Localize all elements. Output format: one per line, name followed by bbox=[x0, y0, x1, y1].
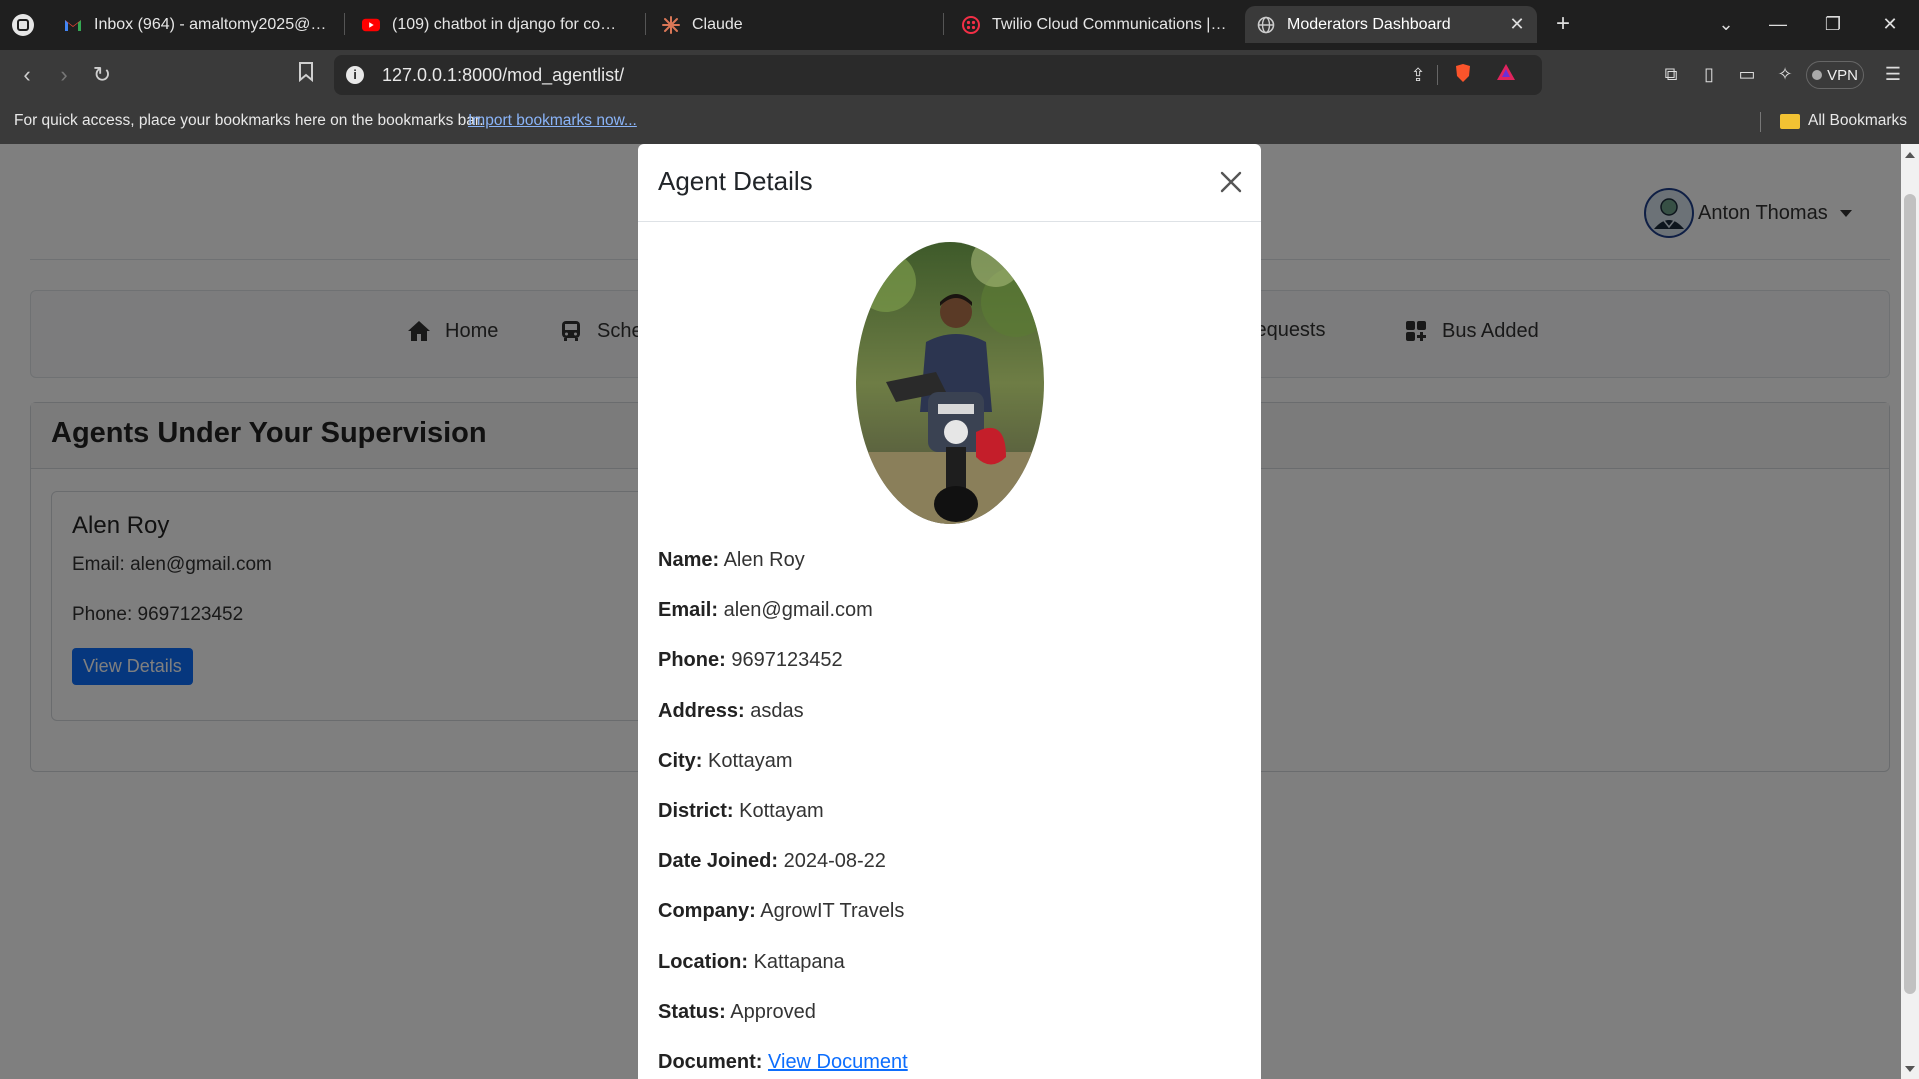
close-tab-icon[interactable]: ✕ bbox=[1507, 14, 1527, 34]
tab-label: Twilio Cloud Communications | Web bbox=[992, 15, 1228, 33]
detail-label: Company: bbox=[658, 900, 756, 923]
globe-icon bbox=[1257, 16, 1275, 34]
detail-document: Document: View Document bbox=[658, 1050, 1241, 1074]
scroll-up-icon[interactable] bbox=[1905, 152, 1915, 158]
page-scrollbar[interactable] bbox=[1901, 144, 1919, 1079]
detail-date-joined: Date Joined: 2024-08-22 bbox=[658, 849, 1241, 873]
close-window-icon[interactable]: ✕ bbox=[1878, 12, 1902, 36]
modal-body: Name: Alen Roy Email: alen@gmail.com Pho… bbox=[638, 222, 1261, 1079]
detail-label: Phone: bbox=[658, 649, 726, 672]
vpn-status-icon bbox=[1812, 70, 1823, 80]
folder-icon bbox=[1780, 113, 1800, 129]
youtube-icon bbox=[362, 16, 380, 34]
scroll-thumb[interactable] bbox=[1904, 194, 1916, 994]
detail-label: Date Joined: bbox=[658, 850, 779, 873]
detail-value: Approved bbox=[730, 1000, 816, 1023]
address-bar[interactable]: i 127.0.0.1:8000/mod_agentlist/ ⇪ bbox=[334, 55, 1542, 95]
agent-photo bbox=[855, 242, 1044, 524]
browser-tab-bar: Inbox (964) - amaltomy2025@mca.a (109) c… bbox=[0, 0, 1919, 50]
forward-icon[interactable]: › bbox=[51, 62, 77, 88]
omnibox-divider bbox=[1437, 65, 1438, 85]
all-bookmarks-button[interactable]: All Bookmarks bbox=[1780, 112, 1907, 130]
share-icon[interactable]: ⇪ bbox=[1406, 63, 1430, 87]
reload-icon[interactable]: ↻ bbox=[89, 62, 115, 88]
tab-twilio[interactable]: Twilio Cloud Communications | Web bbox=[950, 6, 1240, 43]
url-text[interactable]: 127.0.0.1:8000/mod_agentlist/ bbox=[382, 65, 624, 86]
tab-youtube[interactable]: (109) chatbot in django for commu bbox=[350, 6, 640, 43]
detail-address: Address: asdas bbox=[658, 699, 1241, 723]
detail-value: Kottayam bbox=[708, 749, 793, 772]
detail-email: Email: alen@gmail.com bbox=[658, 598, 1241, 622]
detail-label: Status: bbox=[658, 1000, 726, 1023]
view-document-link[interactable]: View Document bbox=[768, 1051, 908, 1073]
bookmarks-prompt: For quick access, place your bookmarks h… bbox=[14, 112, 484, 129]
browser-menu-icon[interactable] bbox=[12, 14, 34, 36]
twilio-icon bbox=[962, 15, 980, 34]
bookmarks-bar: For quick access, place your bookmarks h… bbox=[0, 100, 1919, 144]
detail-label: District: bbox=[658, 799, 734, 822]
minimize-icon[interactable]: — bbox=[1766, 12, 1790, 36]
tab-label: Moderators Dashboard bbox=[1287, 15, 1451, 33]
modal-title: Agent Details bbox=[658, 166, 813, 196]
restore-icon[interactable]: ❐ bbox=[1821, 12, 1845, 36]
tab-label: Inbox (964) - amaltomy2025@mca.a bbox=[94, 15, 330, 33]
back-icon[interactable]: ‹ bbox=[14, 62, 40, 88]
bookmarks-divider bbox=[1760, 112, 1761, 132]
claude-icon bbox=[662, 15, 680, 34]
tab-search-chevron-icon[interactable]: ⌄ bbox=[1714, 12, 1738, 36]
all-bookmarks-label: All Bookmarks bbox=[1808, 112, 1908, 129]
scroll-down-icon[interactable] bbox=[1905, 1066, 1915, 1072]
detail-label: Email: bbox=[658, 599, 719, 622]
tab-separator bbox=[344, 13, 345, 35]
detail-label: City: bbox=[658, 749, 703, 772]
detail-value: alen@gmail.com bbox=[723, 599, 873, 622]
gmail-icon bbox=[64, 16, 82, 34]
detail-value: Alen Roy bbox=[723, 549, 805, 571]
new-tab-icon[interactable]: + bbox=[1551, 12, 1575, 36]
agent-photo-image bbox=[855, 242, 1044, 524]
agent-details-modal: Agent Details Name: Alen Roy Email: alen… bbox=[638, 144, 1261, 1079]
detail-district: District: Kottayam bbox=[658, 799, 1241, 823]
site-info-icon[interactable]: i bbox=[346, 66, 364, 84]
detail-label: Address: bbox=[658, 699, 745, 722]
detail-label: Location: bbox=[658, 950, 748, 973]
detail-value: 9697123452 bbox=[731, 649, 843, 672]
detail-location: Location: Kattapana bbox=[658, 950, 1241, 974]
wallet-icon[interactable]: ▭ bbox=[1735, 62, 1759, 86]
leo-ai-icon[interactable]: ✧ bbox=[1773, 62, 1797, 86]
tab-label: (109) chatbot in django for commu bbox=[392, 15, 628, 33]
tab-moderators-dashboard[interactable]: Moderators Dashboard ✕ bbox=[1245, 6, 1537, 43]
bookmark-icon[interactable] bbox=[293, 62, 319, 88]
tab-gmail[interactable]: Inbox (964) - amaltomy2025@mca.a bbox=[52, 6, 342, 43]
import-bookmarks-link[interactable]: Import bookmarks now... bbox=[468, 112, 637, 130]
detail-city: City: Kottayam bbox=[658, 749, 1241, 773]
detail-company: Company: AgrowIT Travels bbox=[658, 899, 1241, 923]
detail-phone: Phone: 9697123452 bbox=[658, 648, 1241, 672]
detail-name: Name: Alen Roy bbox=[658, 548, 1241, 572]
extensions-icon[interactable]: ⧉ bbox=[1659, 62, 1683, 86]
vpn-button[interactable]: VPN bbox=[1806, 61, 1864, 89]
brave-rewards-icon[interactable] bbox=[1494, 63, 1518, 87]
tab-claude[interactable]: Claude bbox=[650, 6, 940, 43]
tab-label: Claude bbox=[692, 15, 743, 33]
tab-separator bbox=[943, 13, 944, 35]
detail-value: asdas bbox=[750, 699, 804, 722]
brave-shield-icon[interactable] bbox=[1451, 63, 1475, 87]
detail-label: Document: bbox=[658, 1050, 763, 1073]
detail-value: AgrowIT Travels bbox=[760, 900, 905, 923]
sidebar-toggle-icon[interactable]: ▯ bbox=[1697, 62, 1721, 86]
detail-label: Name: bbox=[658, 549, 720, 571]
detail-value: Kattapana bbox=[753, 950, 845, 973]
modal-close-icon[interactable] bbox=[1217, 168, 1245, 196]
detail-status: Status: Approved bbox=[658, 1000, 1241, 1024]
detail-value: 2024-08-22 bbox=[783, 850, 886, 873]
browser-toolbar: ‹ › ↻ i 127.0.0.1:8000/mod_agentlist/ ⇪ … bbox=[0, 50, 1919, 100]
modal-header: Agent Details bbox=[638, 144, 1261, 222]
vpn-label: VPN bbox=[1827, 66, 1858, 84]
detail-value: Kottayam bbox=[739, 799, 824, 822]
hamburger-menu-icon[interactable]: ☰ bbox=[1881, 62, 1905, 86]
tab-separator bbox=[645, 13, 646, 35]
